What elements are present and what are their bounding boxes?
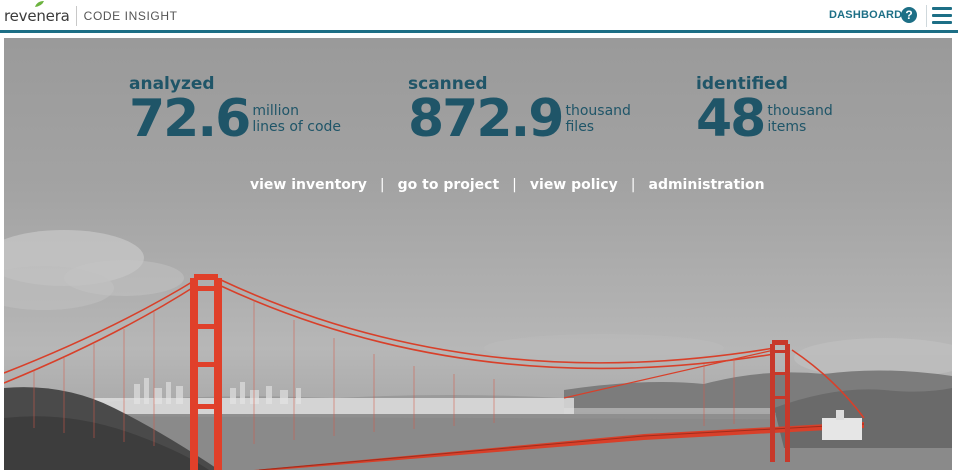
stat-value: 872.9: [408, 89, 564, 149]
administration-link[interactable]: administration: [649, 177, 765, 193]
link-separator: |: [379, 177, 385, 193]
stat-value: 72.6: [129, 89, 251, 149]
stat-identified: identified 48 thousand items: [696, 74, 833, 148]
stat-value: 48: [696, 89, 766, 149]
logo-divider: [75, 6, 77, 26]
link-separator: |: [512, 177, 517, 193]
stat-unit: thousand items: [767, 103, 832, 135]
header-divider: [926, 5, 927, 27]
hamburger-menu-icon[interactable]: [932, 7, 952, 24]
help-icon[interactable]: ?: [901, 7, 917, 23]
hero-banner: analyzed 72.6 million lines of code scan…: [4, 38, 952, 470]
stat-unit: thousand files: [565, 103, 630, 135]
stat-unit: million lines of code: [252, 103, 341, 135]
revenera-logo[interactable]: revenera CODE INSIGHT: [4, 1, 178, 26]
stat-analyzed: analyzed 72.6 million lines of code: [129, 74, 341, 148]
link-separator: |: [630, 177, 636, 193]
stat-scanned: scanned 872.9 thousand files: [408, 74, 631, 148]
view-policy-link[interactable]: view policy: [530, 177, 618, 193]
stat-unit-line1: million: [252, 103, 299, 119]
top-bar: revenera CODE INSIGHT DASHBOARD ?: [0, 0, 958, 33]
stat-unit-line2: items: [767, 119, 807, 135]
stat-unit-line2: lines of code: [252, 119, 342, 135]
quick-actions: view inventory | go to project | view po…: [250, 177, 765, 193]
stat-unit-line1: thousand: [767, 103, 833, 119]
product-name: CODE INSIGHT: [83, 9, 178, 23]
brand-name: revenera: [4, 7, 70, 25]
dashboard-link[interactable]: DASHBOARD: [829, 9, 902, 21]
stat-unit-line2: files: [565, 119, 595, 135]
stat-unit-line1: thousand: [565, 103, 631, 119]
go-to-project-link[interactable]: go to project: [398, 177, 500, 193]
leaf-icon: [35, 1, 44, 7]
view-inventory-link[interactable]: view inventory: [250, 177, 367, 193]
